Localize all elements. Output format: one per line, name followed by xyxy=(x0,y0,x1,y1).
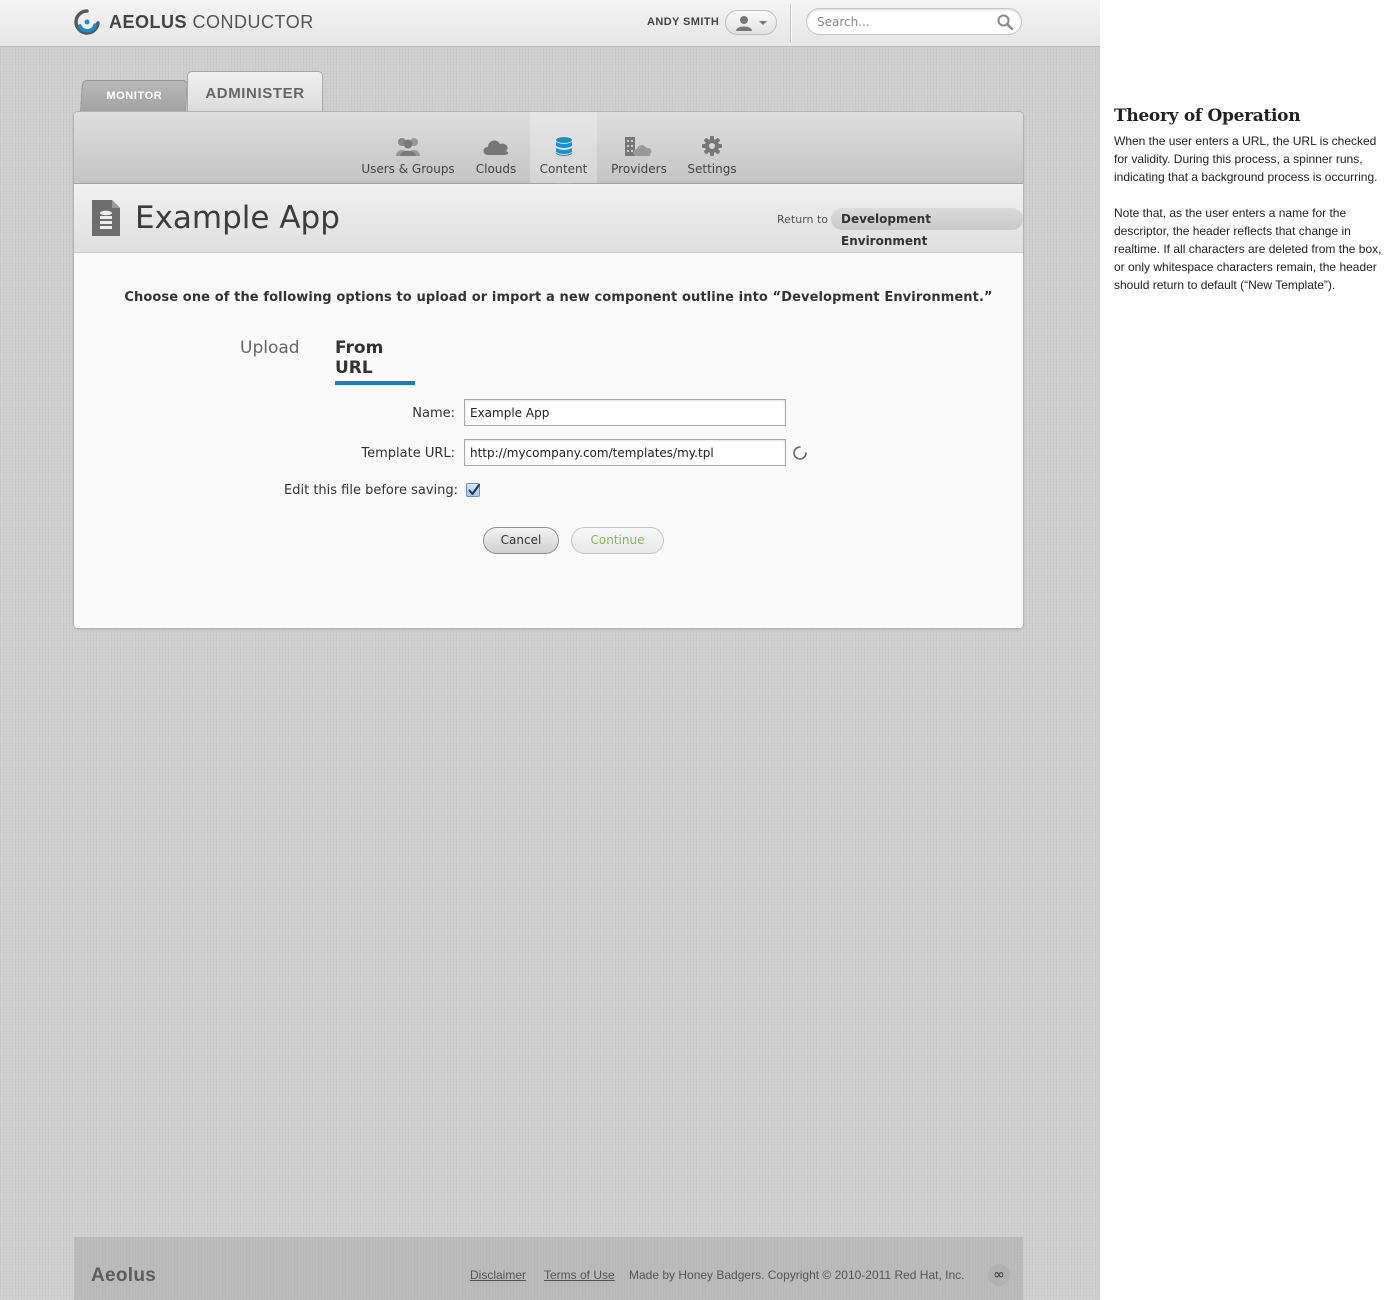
search-box xyxy=(806,8,1022,35)
terms-of-use-link[interactable]: Terms of Use xyxy=(544,1268,615,1282)
nav-label: Providers xyxy=(611,162,667,176)
footer: Aeolus Disclaimer Terms of Use Made by H… xyxy=(74,1237,1023,1300)
edit-before-saving-label: Edit this file before saving: xyxy=(284,483,458,498)
notes-paragraph: Note that, as the user enters a name for… xyxy=(1114,206,1382,292)
gear-icon xyxy=(702,136,722,156)
continue-button[interactable]: Continue xyxy=(571,527,664,554)
spinner-icon xyxy=(793,446,807,460)
aeolus-logo-icon xyxy=(74,9,100,35)
tab-from-url[interactable]: From URL xyxy=(335,338,415,385)
instructions-text: Choose one of the following options to u… xyxy=(124,290,993,305)
chevron-down-icon xyxy=(759,21,767,25)
users-icon xyxy=(396,138,420,156)
name-field[interactable] xyxy=(464,399,786,426)
nav-label: Content xyxy=(539,162,588,176)
document-icon xyxy=(92,200,120,236)
search-icon[interactable] xyxy=(997,14,1013,30)
tab-upload[interactable]: Upload xyxy=(240,338,300,358)
nav-item-providers[interactable]: Providers xyxy=(605,112,673,183)
nav-label: Clouds xyxy=(475,162,517,176)
return-to-environment-button[interactable]: Development Environment xyxy=(831,208,1023,248)
disclaimer-link[interactable]: Disclaimer xyxy=(470,1268,526,1282)
return-label: Return to xyxy=(777,213,829,226)
user-menu-button[interactable] xyxy=(725,10,777,35)
tab-administer-label: ADMINISTER xyxy=(205,85,305,102)
name-label: Name: xyxy=(412,406,455,421)
content-area: Choose one of the following options to u… xyxy=(74,254,1023,628)
brand-name: AEOLUS CONDUCTOR xyxy=(109,12,314,33)
brand-light: CONDUCTOR xyxy=(192,12,314,32)
user-icon xyxy=(736,16,752,31)
notes-title: Theory of Operation xyxy=(1114,106,1301,126)
footer-brand: Aeolus xyxy=(91,1265,157,1286)
theory-of-operation-notes: Theory of Operation When the user enters… xyxy=(1114,106,1390,312)
nav-item-content[interactable]: Content xyxy=(530,112,597,183)
infinity-icon[interactable]: ∞ xyxy=(988,1264,1010,1286)
top-bar: AEOLUS CONDUCTOR ANDY SMITH xyxy=(0,0,1100,47)
tab-monitor[interactable]: MONITOR xyxy=(79,80,189,112)
divider xyxy=(790,4,792,42)
tab-monitor-label: MONITOR xyxy=(106,90,163,102)
template-url-field[interactable] xyxy=(464,439,786,466)
edit-before-saving-checkbox[interactable] xyxy=(466,483,480,497)
nav-item-settings[interactable]: Settings xyxy=(683,112,741,183)
nav-label: Users & Groups xyxy=(361,162,455,176)
username: ANDY SMITH xyxy=(647,16,720,28)
nav-label: Settings xyxy=(687,162,737,176)
search-input[interactable] xyxy=(817,13,987,31)
main-panel: Users & Groups Clouds Content Providers … xyxy=(73,111,1024,629)
nav-item-clouds[interactable]: Clouds xyxy=(470,112,522,183)
checkmark-icon xyxy=(468,484,480,495)
title-bar: Example App Return to Development Enviro… xyxy=(74,184,1023,253)
brand-bold: AEOLUS xyxy=(109,12,188,32)
nav-item-users-groups[interactable]: Users & Groups xyxy=(358,112,458,183)
sub-navigation: Users & Groups Clouds Content Providers … xyxy=(74,112,1023,190)
app-window: AEOLUS CONDUCTOR ANDY SMITH MONITOR ADMI… xyxy=(0,0,1100,1300)
template-url-label: Template URL: xyxy=(361,446,455,461)
footer-copyright: Made by Honey Badgers. Copyright © 2010-… xyxy=(629,1268,965,1282)
notes-paragraph: When the user enters a URL, the URL is c… xyxy=(1114,134,1378,184)
providers-icon xyxy=(625,137,652,156)
page-title: Example App xyxy=(135,200,340,236)
tab-administer[interactable]: ADMINISTER xyxy=(187,71,323,113)
database-icon xyxy=(555,137,572,156)
cloud-icon xyxy=(483,140,509,155)
cancel-button[interactable]: Cancel xyxy=(483,527,559,554)
